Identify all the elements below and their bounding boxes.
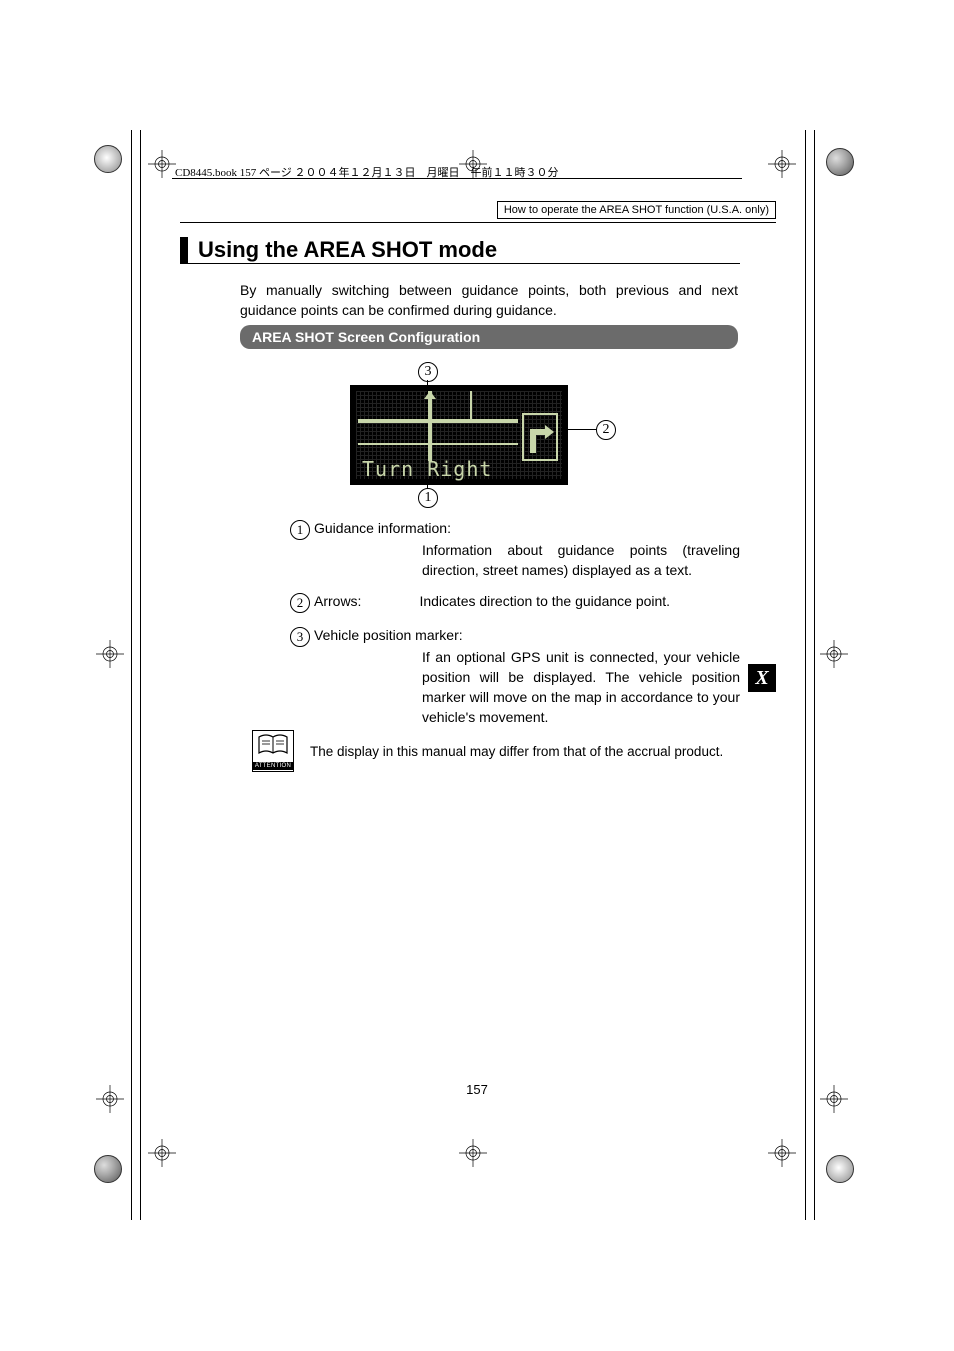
- item-description: Indicates direction to the guidance poin…: [419, 593, 734, 609]
- item-number: 2: [290, 593, 310, 613]
- arrow-panel: [522, 413, 558, 461]
- crop-line: [140, 130, 141, 1220]
- crop-line: [131, 130, 132, 1220]
- corner-globe-icon: [826, 1155, 854, 1183]
- map-road: [470, 391, 472, 423]
- callout-line: [568, 429, 596, 430]
- open-book-icon: [257, 733, 289, 759]
- heading-bar-icon: [180, 237, 188, 263]
- registration-mark-icon: [820, 640, 848, 668]
- section-tab: X: [748, 664, 776, 692]
- item-description: Information about guidance points (trave…: [422, 540, 740, 581]
- callout-2: 2: [596, 420, 616, 440]
- registration-mark-icon: [459, 1139, 487, 1167]
- attention-label: ATTENTION: [253, 762, 293, 770]
- attention-icon: ATTENTION: [252, 730, 294, 772]
- screen-guidance-text: Turn Right: [362, 457, 492, 481]
- vehicle-marker-icon: [424, 391, 436, 399]
- attention-text: The display in this manual may differ fr…: [310, 744, 723, 759]
- map-road: [358, 419, 518, 423]
- registration-mark-icon: [148, 150, 176, 178]
- registration-mark-icon: [148, 1139, 176, 1167]
- corner-ball-icon: [94, 1155, 122, 1183]
- item-description: If an optional GPS unit is connected, yo…: [422, 647, 740, 728]
- item-term: Vehicle position marker:: [314, 627, 463, 643]
- subheading-bar: AREA SHOT Screen Configuration: [240, 325, 738, 349]
- definition-item: 1Guidance information: Information about…: [290, 520, 740, 581]
- heading-block: Using the AREA SHOT mode: [180, 237, 740, 264]
- header-rule: [180, 222, 776, 223]
- intro-paragraph: By manually switching between guidance p…: [240, 280, 738, 321]
- callout-line: [427, 479, 428, 489]
- page-number: 157: [0, 1082, 954, 1097]
- corner-globe-icon: [94, 145, 122, 173]
- heading-underline: [180, 263, 740, 264]
- page: CD8445.book 157 ページ ２００４年１２月１３日 月曜日 午前１１…: [0, 0, 954, 1351]
- registration-mark-icon: [96, 640, 124, 668]
- callout-line: [427, 380, 428, 392]
- item-number: 1: [290, 520, 310, 540]
- page-heading: Using the AREA SHOT mode: [198, 237, 497, 262]
- item-term: Guidance information:: [314, 520, 451, 536]
- map-road: [428, 391, 432, 461]
- section-header-box: How to operate the AREA SHOT function (U…: [497, 201, 776, 219]
- attention-note: ATTENTION The display in this manual may…: [252, 730, 723, 772]
- screen-diagram: Turn Right: [350, 385, 568, 485]
- turn-arrow-head-icon: [545, 425, 554, 439]
- definition-list: 1Guidance information: Information about…: [290, 520, 740, 738]
- item-term: Arrows:: [314, 593, 361, 609]
- item-number: 3: [290, 627, 310, 647]
- definition-item: 2Arrows: Indicates direction to the guida…: [290, 593, 740, 613]
- map-road: [358, 443, 518, 445]
- crop-line: [814, 130, 815, 1220]
- callout-1: 1: [418, 488, 438, 508]
- registration-mark-icon: [768, 150, 796, 178]
- registration-mark-icon: [768, 1139, 796, 1167]
- prepress-underline: [172, 178, 742, 179]
- definition-item: 3Vehicle position marker: If an optional…: [290, 627, 740, 728]
- callout-3: 3: [418, 362, 438, 382]
- corner-ball-icon: [826, 148, 854, 176]
- crop-line: [805, 130, 806, 1220]
